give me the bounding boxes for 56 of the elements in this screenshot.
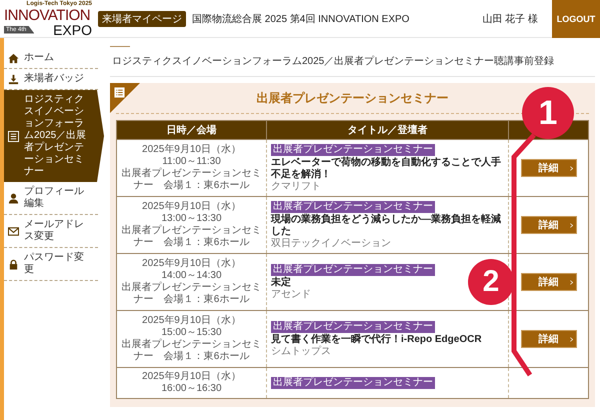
logo-wordmark: INNOVATION	[4, 8, 92, 22]
speaker-name: 双日テックイノベーション	[271, 238, 391, 250]
event-title: 国際物流総合展 2025 第4回 INNOVATION EXPO	[192, 12, 410, 26]
session-title: 現場の業務負担をどう減らしたか―業務負担を軽減した	[271, 214, 502, 238]
session-date: 2025年9月10日（水）	[141, 144, 242, 156]
session-date: 2025年9月10日（水）	[141, 201, 242, 213]
sidebar-item[interactable]: プロフィール編集	[4, 182, 98, 215]
logout-button[interactable]: LOGOUT	[552, 0, 600, 38]
session-venue: 出展者プレゼンテーションセミナー 会場１：東6ホール	[121, 168, 262, 192]
sidebar-item[interactable]: ロジスティクスイノベーションフォーラム2025／出展者プレゼンテーションセミナー	[4, 90, 104, 182]
session-title: エレベーターで荷物の移動を自動化することで人手不足を解消！	[271, 156, 502, 180]
callout-marker: 1	[522, 87, 574, 139]
speaker-name: アセンド	[271, 288, 311, 300]
session-date: 2025年9月10日（水）	[141, 258, 242, 270]
session-date: 2025年9月10日（水）	[141, 371, 242, 383]
category-tag: 出展者プレゼンテーションセミナー	[271, 264, 435, 276]
session-venue: 出展者プレゼンテーションセミナー 会場１：東6ホール	[121, 282, 262, 306]
home-icon	[8, 52, 19, 64]
download-icon	[8, 74, 19, 84]
chevron-icon	[570, 166, 572, 170]
session-time: 16:00～16:30	[160, 383, 223, 395]
session-time: 15:00～15:30	[160, 327, 223, 338]
details-button[interactable]: 詳細	[520, 273, 576, 291]
session-venue: 出展者プレゼンテーションセミナー 会場１：東6ホール	[121, 339, 262, 363]
lock-icon	[8, 258, 19, 270]
category-tag: 出展者プレゼンテーションセミナー	[271, 320, 435, 332]
speaker-name: シムトップス	[271, 346, 331, 358]
chevron-icon	[570, 336, 572, 342]
mypage-badge: 来場者マイページ	[98, 10, 186, 26]
sidebar-item[interactable]: メールアドレス変更	[4, 215, 98, 248]
chevron-icon	[570, 280, 572, 284]
session-time: 14:00～14:30	[160, 270, 223, 282]
sidebar-item[interactable]: ホーム	[4, 48, 98, 69]
details-button[interactable]: 詳細	[520, 216, 576, 234]
sidebar-item[interactable]: パスワード変更	[4, 248, 98, 281]
category-tag: 出展者プレゼンテーションセミナー	[271, 377, 435, 389]
column-header: タイトル／登壇者	[266, 120, 508, 140]
session-date: 2025年9月10日（水）	[141, 315, 242, 327]
session-title: 見て書く作業を一瞬で代行！i-Repo EdgeOCR	[271, 334, 482, 346]
logo-wordmark: EXPO	[53, 22, 92, 36]
session-venue: 出展者プレゼンテーションセミナー 会場１：東6ホール	[121, 225, 262, 249]
session-time: 11:00～11:30	[162, 156, 222, 168]
chevron-icon	[570, 222, 572, 228]
person-icon	[8, 192, 19, 204]
session-time: 13:00～13:30	[160, 213, 223, 224]
category-tag: 出展者プレゼンテーションセミナー	[271, 144, 435, 156]
details-button[interactable]: 詳細	[520, 330, 576, 348]
list-icon	[8, 130, 19, 142]
column-header: 日時／会場	[116, 120, 266, 140]
details-button[interactable]: 詳細	[520, 159, 576, 177]
speaker-name: クマリフト	[271, 180, 321, 192]
mail-icon	[8, 226, 19, 236]
category-tag: 出展者プレゼンテーションセミナー	[271, 200, 435, 212]
session-title: 未定	[271, 276, 291, 288]
user-name: 山田 花子 様	[482, 12, 538, 26]
page-title: ロジスティクスイノベーションフォーラム2025／出展者プレゼンテーションセミナー聴講事前登録	[110, 47, 595, 77]
